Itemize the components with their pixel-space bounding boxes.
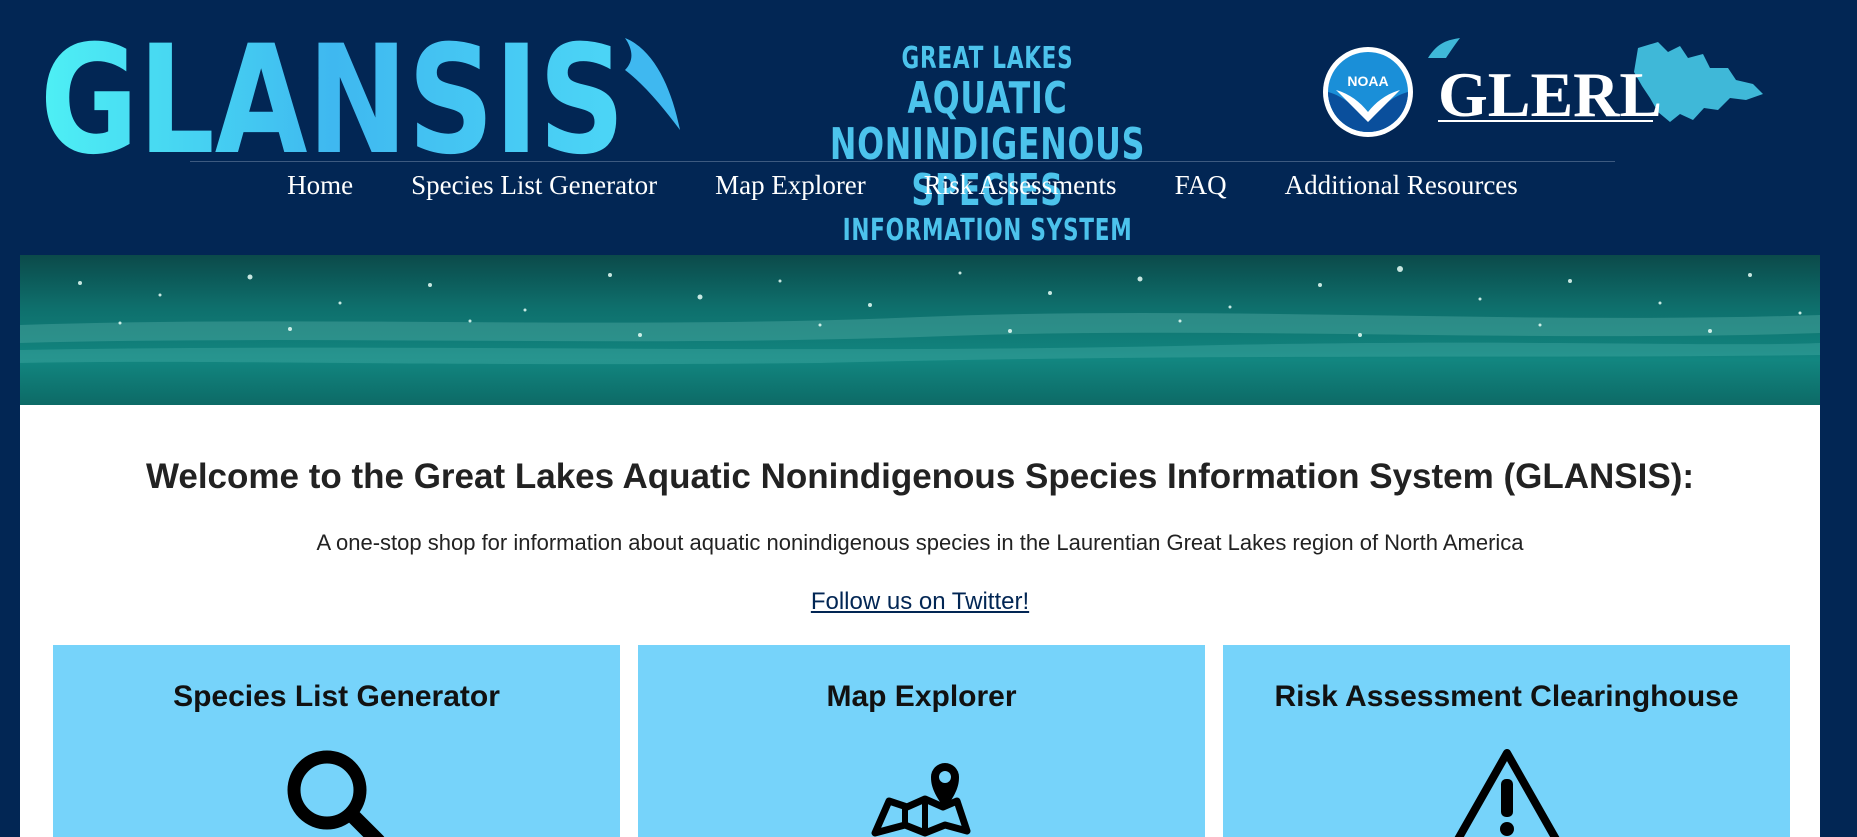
svg-text:GLERL: GLERL: [1438, 59, 1662, 130]
nav-map-explorer[interactable]: Map Explorer: [715, 166, 866, 206]
svg-text:NOAA: NOAA: [1347, 73, 1388, 89]
main-content: Welcome to the Great Lakes Aquatic Nonin…: [20, 405, 1820, 837]
noaa-logo[interactable]: NOAA: [1322, 46, 1414, 138]
card-title: Risk Assessment Clearinghouse: [1274, 680, 1739, 713]
twitter-link-container: Follow us on Twitter!: [20, 588, 1820, 616]
nav-risk-assessments[interactable]: Risk Assessments: [924, 166, 1117, 206]
card-title: Species List Generator: [173, 680, 500, 713]
nav-species-list-generator[interactable]: Species List Generator: [411, 166, 657, 206]
glansis-logo[interactable]: GLANSIS: [40, 30, 680, 160]
card-map-explorer[interactable]: Map Explorer: [638, 645, 1205, 837]
nav-home[interactable]: Home: [287, 166, 353, 206]
twitter-link[interactable]: Follow us on Twitter!: [811, 588, 1029, 615]
nav-divider: [190, 161, 1615, 162]
card-risk-assessment-clearinghouse[interactable]: Risk Assessment Clearinghouse: [1223, 645, 1790, 837]
nav-additional-resources[interactable]: Additional Resources: [1285, 166, 1518, 206]
card-species-list-generator[interactable]: Species List Generator: [53, 645, 620, 837]
search-icon: [287, 750, 384, 837]
site-header: GLANSIS GREAT LAKES AQUATIC NONINDIGENOU…: [0, 0, 1857, 255]
card-title: Map Explorer: [826, 680, 1017, 713]
map-pin-icon: [871, 763, 970, 837]
welcome-subtitle: A one-stop shop for information about aq…: [316, 530, 1524, 555]
glerl-logo[interactable]: GLERL: [1418, 38, 1763, 130]
nav-faq[interactable]: FAQ: [1175, 166, 1227, 206]
main-nav: Home Species List Generator Map Explorer…: [190, 166, 1615, 206]
svg-text:GLANSIS: GLANSIS: [40, 30, 625, 160]
water-banner: [20, 255, 1820, 405]
warning-icon: [1454, 749, 1559, 837]
welcome-title: Welcome to the Great Lakes Aquatic Nonin…: [145, 457, 1695, 496]
tagline-line-1: GREAT LAKES: [901, 41, 1074, 76]
site-tagline: GREAT LAKES AQUATIC NONINDIGENOUS SPECIE…: [781, 42, 1195, 248]
tagline-line-3: INFORMATION SYSTEM: [842, 213, 1133, 248]
